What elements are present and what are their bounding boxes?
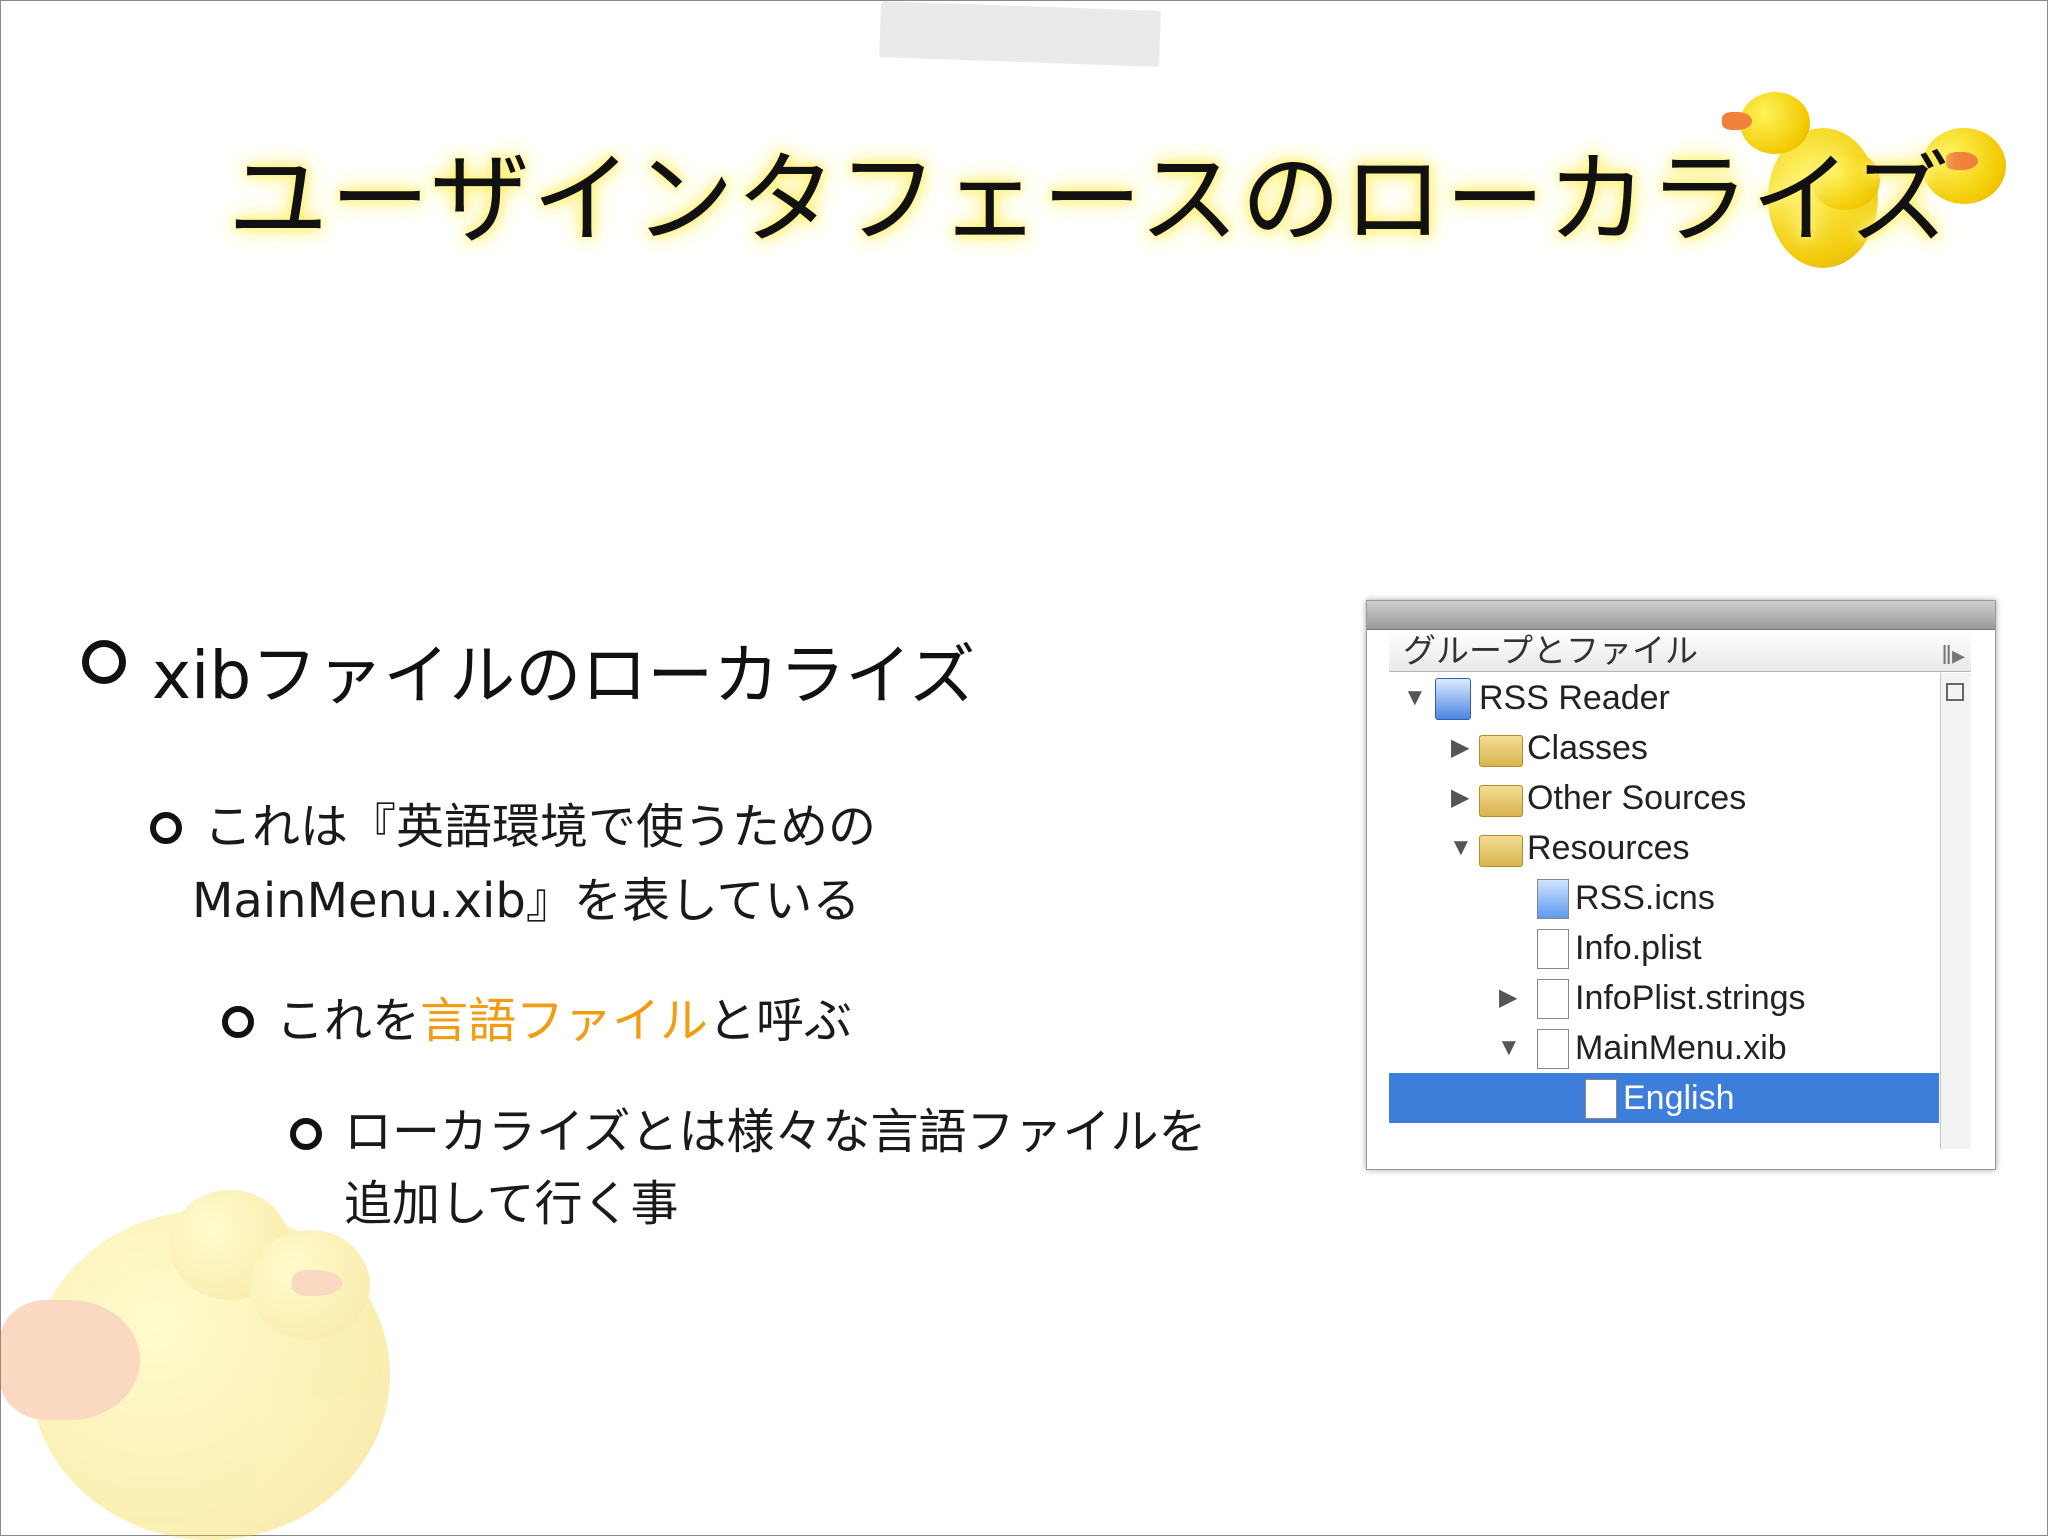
vertical-scrollbar[interactable] <box>1940 673 1971 1149</box>
tree-row-infoplist-strings[interactable]: ▶ InfoPlist.strings <box>1389 973 1939 1023</box>
disclosure-closed-icon[interactable]: ▶ <box>1451 773 1469 823</box>
bullet-ring-icon <box>290 1118 322 1150</box>
folder-icon <box>1479 835 1523 867</box>
xib-file-icon <box>1585 1079 1617 1119</box>
tree-row-rss-icns[interactable]: RSS.icns <box>1389 873 1939 923</box>
column-header-label: グループとファイル <box>1403 632 1699 669</box>
bullet-level4: ローカライズとは様々な言語ファイルを 追加して行く事 <box>290 1096 1207 1240</box>
bullet-text-line2: 追加して行く事 <box>344 1176 679 1232</box>
disclosure-open-icon[interactable]: ▼ <box>1403 673 1427 723</box>
folder-icon <box>1479 735 1523 767</box>
tree-row-classes[interactable]: ▶ Classes <box>1389 723 1939 773</box>
project-icon <box>1435 678 1471 720</box>
tape-decoration <box>879 1 1161 67</box>
scroll-menu-icon[interactable] <box>1946 683 1964 701</box>
bullet-text-line2: MainMenu.xib』を表している <box>192 873 861 929</box>
disclosure-open-icon[interactable]: ▼ <box>1449 823 1473 873</box>
bullet-ring-icon <box>222 1006 254 1038</box>
tree-row-label: MainMenu.xib <box>1575 1029 1787 1067</box>
highlight-term: 言語ファイル <box>420 993 709 1049</box>
tree-row-label: RSS.icns <box>1575 879 1715 917</box>
panel-bottom-edge <box>1367 1151 1995 1169</box>
tree-row-rss-reader[interactable]: ▼ RSS Reader <box>1389 673 1939 723</box>
tree-row-label: InfoPlist.strings <box>1575 979 1806 1017</box>
panel-titlebar <box>1367 601 1995 630</box>
tree-row-label: English <box>1623 1079 1735 1117</box>
bullet-level2: これは『英語環境で使うための MainMenu.xib』を表している <box>150 790 876 938</box>
bullet-text-line1: これは『英語環境で使うための <box>204 799 877 855</box>
tree-row-label: Other Sources <box>1527 779 1747 817</box>
disclosure-open-icon[interactable]: ▼ <box>1497 1023 1521 1073</box>
bullet-text-post: と呼ぶ <box>708 993 853 1049</box>
column-resize-icon[interactable]: ‖▸ <box>1941 635 1965 675</box>
disclosure-closed-icon[interactable]: ▶ <box>1499 973 1517 1023</box>
tree-row-label: RSS Reader <box>1479 679 1670 717</box>
tree-row-mainmenu-xib[interactable]: ▼ MainMenu.xib <box>1389 1023 1939 1073</box>
bullet-level3: これを言語ファイルと呼ぶ <box>222 984 852 1058</box>
tree-row-other-sources[interactable]: ▶ Other Sources <box>1389 773 1939 823</box>
bullet-ring-icon <box>150 812 182 844</box>
tree-row-label: Classes <box>1527 729 1648 767</box>
bullet-text: xibファイルのローカライズ <box>152 637 976 714</box>
plist-file-icon <box>1537 929 1569 969</box>
tree-row-label: Resources <box>1527 829 1690 867</box>
bullet-text-pre: これを <box>276 993 421 1049</box>
groups-and-files-panel: グループとファイル ‖▸ ▼ RSS Reader ▶ Classes ▶ Ot… <box>1366 600 1996 1170</box>
bullet-ring-icon <box>82 640 126 684</box>
xib-file-icon <box>1537 1029 1569 1069</box>
file-tree: ▼ RSS Reader ▶ Classes ▶ Other Sources ▼… <box>1389 673 1939 1151</box>
icns-file-icon <box>1537 879 1569 919</box>
tree-row-label: Info.plist <box>1575 929 1702 967</box>
bullet-text-line1: ローカライズとは様々な言語ファイルを <box>344 1104 1207 1160</box>
strings-file-icon <box>1537 979 1569 1019</box>
slide-title: ユーザインタフェースのローカライズ <box>228 141 1952 258</box>
bullet-level1: xibファイルのローカライズ <box>82 622 975 718</box>
tree-row-english-selected[interactable]: English <box>1389 1073 1939 1123</box>
column-header[interactable]: グループとファイル ‖▸ <box>1389 631 1971 672</box>
tree-row-resources[interactable]: ▼ Resources <box>1389 823 1939 873</box>
disclosure-closed-icon[interactable]: ▶ <box>1451 723 1469 773</box>
tree-row-info-plist[interactable]: Info.plist <box>1389 923 1939 973</box>
folder-icon <box>1479 785 1523 817</box>
